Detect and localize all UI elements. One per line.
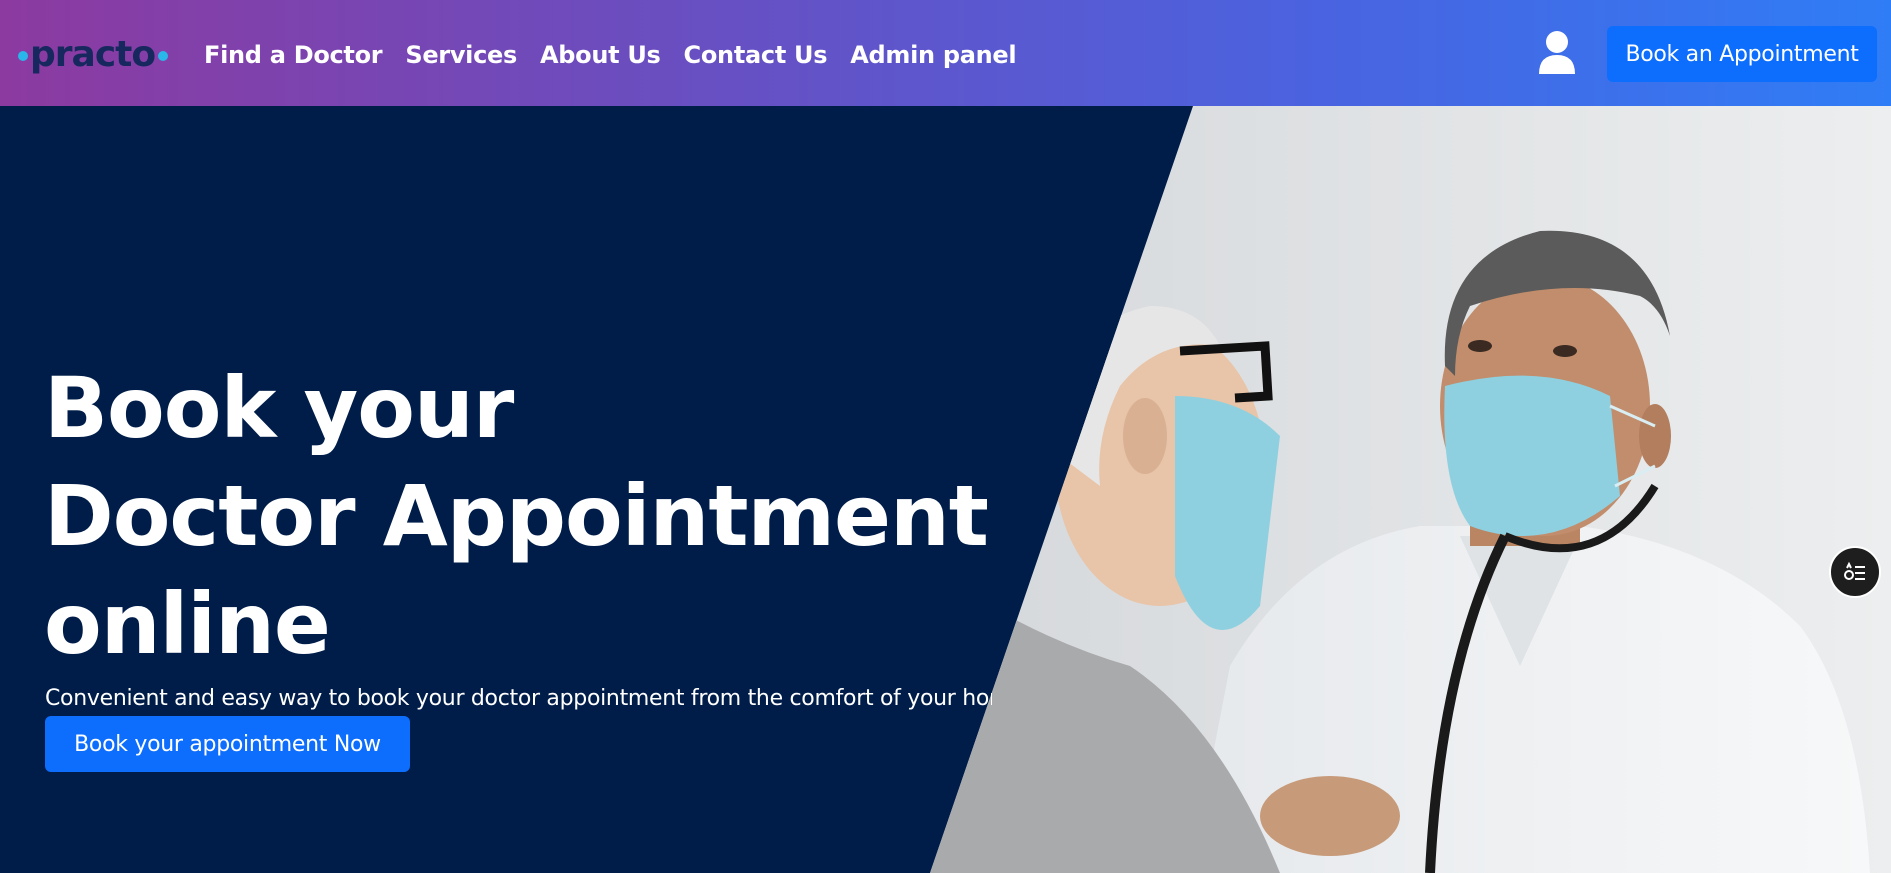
- hero-title: Book your Doctor Appointment online: [44, 354, 989, 678]
- logo-text: practo: [30, 33, 156, 75]
- book-appointment-now-button[interactable]: Book your appointment Now: [45, 716, 410, 772]
- main-nav: Find a Doctor Services About Us Contact …: [204, 37, 1039, 73]
- nav-link-about-us[interactable]: About Us: [540, 37, 661, 73]
- nav-link-services[interactable]: Services: [405, 37, 517, 73]
- floating-options-button[interactable]: [1829, 546, 1881, 598]
- logo-dot-right: [158, 51, 169, 61]
- practo-logo[interactable]: practo: [18, 32, 169, 76]
- nav-link-admin-panel[interactable]: Admin panel: [850, 37, 1016, 73]
- nav-link-contact-us[interactable]: Contact Us: [684, 37, 828, 73]
- hero-title-line-3: online: [44, 575, 331, 673]
- user-icon[interactable]: [1537, 30, 1577, 74]
- logo-dot-left: [18, 51, 28, 61]
- top-navbar: practo Find a Doctor Services About Us C…: [0, 0, 1891, 106]
- hero-title-line-1: Book your: [44, 359, 514, 457]
- options-list-icon: [1844, 561, 1865, 580]
- nav-link-find-a-doctor[interactable]: Find a Doctor: [204, 37, 383, 73]
- hero-section: Book your Doctor Appointment online Conv…: [0, 106, 1891, 873]
- hero-title-line-2: Doctor Appointment: [44, 467, 989, 565]
- hero-subtitle: Convenient and easy way to book your doc…: [45, 686, 992, 711]
- book-appointment-button[interactable]: Book an Appointment: [1607, 26, 1877, 82]
